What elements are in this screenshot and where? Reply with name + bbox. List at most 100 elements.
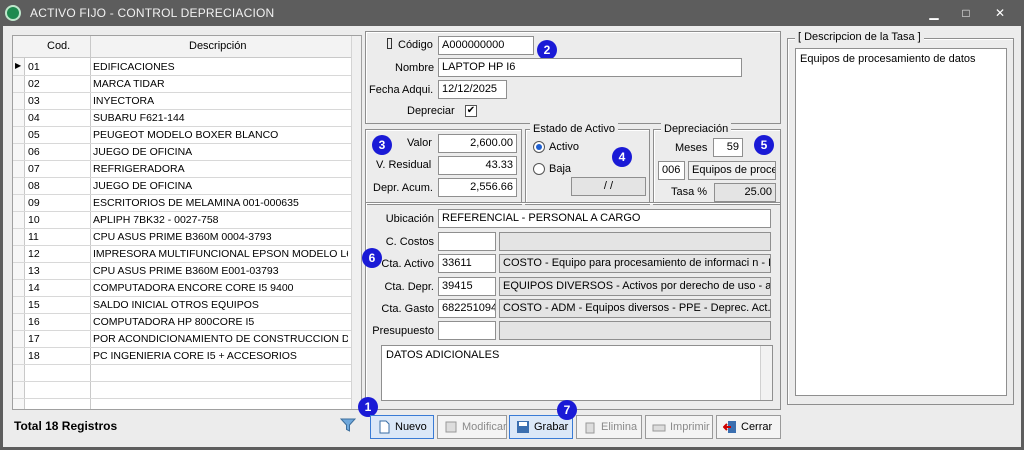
- meses-field[interactable]: 59: [713, 138, 743, 157]
- table-row[interactable]: [13, 382, 351, 399]
- datos-adicionales-textarea[interactable]: DATOS ADICIONALES: [381, 345, 773, 401]
- ctaactivo-field[interactable]: 33611: [438, 254, 496, 273]
- table-row[interactable]: 16 COMPUTADORA HP 800CORE I5: [13, 314, 351, 331]
- cell-descripcion: APLIPH 7BK32 - 0027-758: [93, 214, 219, 226]
- cell-cod: 12: [28, 248, 40, 260]
- cell-cod: 01: [28, 61, 40, 73]
- grid-vertical-scrollbar[interactable]: [351, 36, 361, 409]
- depracum-field[interactable]: 2,556.66: [438, 178, 517, 197]
- activo-radio[interactable]: [533, 141, 545, 153]
- exit-icon: [723, 421, 736, 433]
- tasa-desc-field[interactable]: Equipos de proce: [688, 161, 776, 180]
- nuevo-button[interactable]: Nuevo: [370, 415, 434, 439]
- table-row[interactable]: 11 CPU ASUS PRIME B360M 0004-3793: [13, 229, 351, 246]
- cell-cod: 17: [28, 333, 40, 345]
- tasa-code-field[interactable]: 006: [658, 161, 685, 180]
- baja-label: Baja: [549, 163, 572, 175]
- table-row[interactable]: 04 SUBARU F621-144: [13, 110, 351, 127]
- fecha-adquisicion-field[interactable]: 12/12/2025: [438, 80, 507, 99]
- modificar-button[interactable]: Modificar: [437, 415, 507, 439]
- callout-2-badge: 2: [537, 40, 557, 60]
- window-title: ACTIVO FIJO - CONTROL DEPRECIACION: [30, 6, 275, 20]
- depreciar-checkbox[interactable]: ✔: [465, 105, 477, 117]
- vresidual-field[interactable]: 43.33: [438, 156, 517, 175]
- cell-descripcion: SUBARU F621-144: [93, 112, 185, 124]
- fecha-label: Fecha Adqui.: [369, 84, 434, 96]
- table-row[interactable]: 13 CPU ASUS PRIME B360M E001-03793: [13, 263, 351, 280]
- ctagasto-desc: COSTO - ADM - Equipos diversos - PPE - D…: [499, 299, 771, 318]
- table-row[interactable]: [13, 365, 351, 382]
- ctadepr-label: Cta. Depr.: [384, 281, 434, 293]
- table-row[interactable]: ▶ 01 EDIFICACIONES: [13, 59, 351, 76]
- cell-descripcion: IMPRESORA MULTIFUNCIONAL EPSON MODELO L6: [93, 248, 348, 260]
- cell-descripcion: INYECTORA: [93, 95, 155, 107]
- cell-cod: 05: [28, 129, 40, 141]
- assets-grid[interactable]: Cod. Descripción ▶ 01 EDIFICACIONES 02 MARCA…: [12, 35, 362, 410]
- col-header-cod[interactable]: Cod.: [47, 40, 70, 52]
- ctagasto-field[interactable]: 682251094: [438, 299, 496, 318]
- table-row[interactable]: 12 IMPRESORA MULTIFUNCIONAL EPSON MODELO …: [13, 246, 351, 263]
- estado-activo-title: Estado de Activo: [530, 123, 618, 135]
- table-row[interactable]: 02 MARCA TIDAR: [13, 76, 351, 93]
- edit-icon: [445, 421, 457, 433]
- meses-label: Meses: [675, 142, 708, 154]
- ctagasto-label: Cta. Gasto: [381, 303, 434, 315]
- valor-field[interactable]: 2,600.00: [438, 134, 517, 153]
- col-header-descripcion[interactable]: Descripción: [189, 40, 246, 52]
- cell-descripcion: CPU ASUS PRIME B360M E001-03793: [93, 265, 279, 277]
- ubicacion-field[interactable]: REFERENCIAL - PERSONAL A CARGO: [438, 209, 771, 228]
- app-logo-icon: [5, 5, 21, 21]
- baja-fecha-field[interactable]: / /: [571, 177, 646, 196]
- cell-descripcion: MARCA TIDAR: [93, 78, 165, 90]
- table-row[interactable]: 14 COMPUTADORA ENCORE CORE I5 9400: [13, 280, 351, 297]
- presupuesto-field[interactable]: [438, 321, 496, 340]
- tasa-description-text: Equipos de procesamiento de datos: [795, 48, 1007, 396]
- table-row[interactable]: 18 PC INGENIERIA CORE I5 + ACCESORIOS: [13, 348, 351, 365]
- table-row[interactable]: 03 INYECTORA: [13, 93, 351, 110]
- table-row[interactable]: 10 APLIPH 7BK32 - 0027-758: [13, 212, 351, 229]
- cell-descripcion: SALDO INICIAL OTROS EQUIPOS: [93, 299, 259, 311]
- table-row[interactable]: 15 SALDO INICIAL OTROS EQUIPOS: [13, 297, 351, 314]
- save-disk-icon: [517, 421, 529, 433]
- elimina-button[interactable]: Elimina: [576, 415, 642, 439]
- cerrar-button[interactable]: Cerrar: [716, 415, 781, 439]
- table-row[interactable]: 09 ESCRITORIOS DE MELAMINA 001-000635: [13, 195, 351, 212]
- valor-label: Valor: [407, 137, 432, 149]
- new-document-icon: [379, 420, 390, 434]
- cell-descripcion: EDIFICACIONES: [93, 61, 175, 73]
- grid-header: Cod. Descripción: [13, 36, 351, 58]
- printer-icon: [652, 424, 666, 432]
- cell-cod: 04: [28, 112, 40, 124]
- cell-descripcion: JUEGO DE OFICINA: [93, 146, 193, 158]
- cell-cod: 15: [28, 299, 40, 311]
- codigo-field[interactable]: A000000000: [438, 36, 534, 55]
- table-row[interactable]: 08 JUEGO DE OFICINA: [13, 178, 351, 195]
- nombre-field[interactable]: LAPTOP HP I6: [438, 58, 742, 77]
- datos-scrollbar[interactable]: [760, 346, 772, 400]
- cell-cod: 06: [28, 146, 40, 158]
- vresidual-label: V. Residual: [376, 159, 432, 171]
- baja-radio[interactable]: [533, 163, 545, 175]
- maximize-button[interactable]: □: [955, 5, 977, 21]
- codigo-label: Código: [398, 39, 433, 51]
- ctaactivo-label: Cta. Activo: [381, 258, 434, 270]
- imprimir-button[interactable]: Imprimir: [645, 415, 713, 439]
- table-row[interactable]: 07 REFRIGERADORA: [13, 161, 351, 178]
- ccostos-desc: [499, 232, 771, 251]
- table-row[interactable]: 06 JUEGO DE OFICINA: [13, 144, 351, 161]
- minimize-button[interactable]: ▁: [923, 5, 945, 21]
- cell-cod: 14: [28, 282, 40, 294]
- cell-cod: 03: [28, 95, 40, 107]
- ubicacion-label: Ubicación: [385, 213, 434, 225]
- table-row[interactable]: 05 PEUGEOT MODELO BOXER BLANCO: [13, 127, 351, 144]
- row-indicator-icon: ▶: [15, 61, 22, 70]
- close-window-button[interactable]: ✕: [989, 5, 1011, 21]
- callout-4-badge: 4: [612, 147, 632, 167]
- cell-cod: 08: [28, 180, 40, 192]
- depreciar-label: Depreciar: [407, 105, 455, 117]
- ctadepr-field[interactable]: 39415: [438, 277, 496, 296]
- ccostos-field[interactable]: [438, 232, 496, 251]
- tasa-label: Tasa %: [671, 186, 708, 198]
- table-row[interactable]: 17 POR ACONDICIONAMIENTO DE CONSTRUCCION …: [13, 331, 351, 348]
- filter-icon[interactable]: [340, 417, 356, 433]
